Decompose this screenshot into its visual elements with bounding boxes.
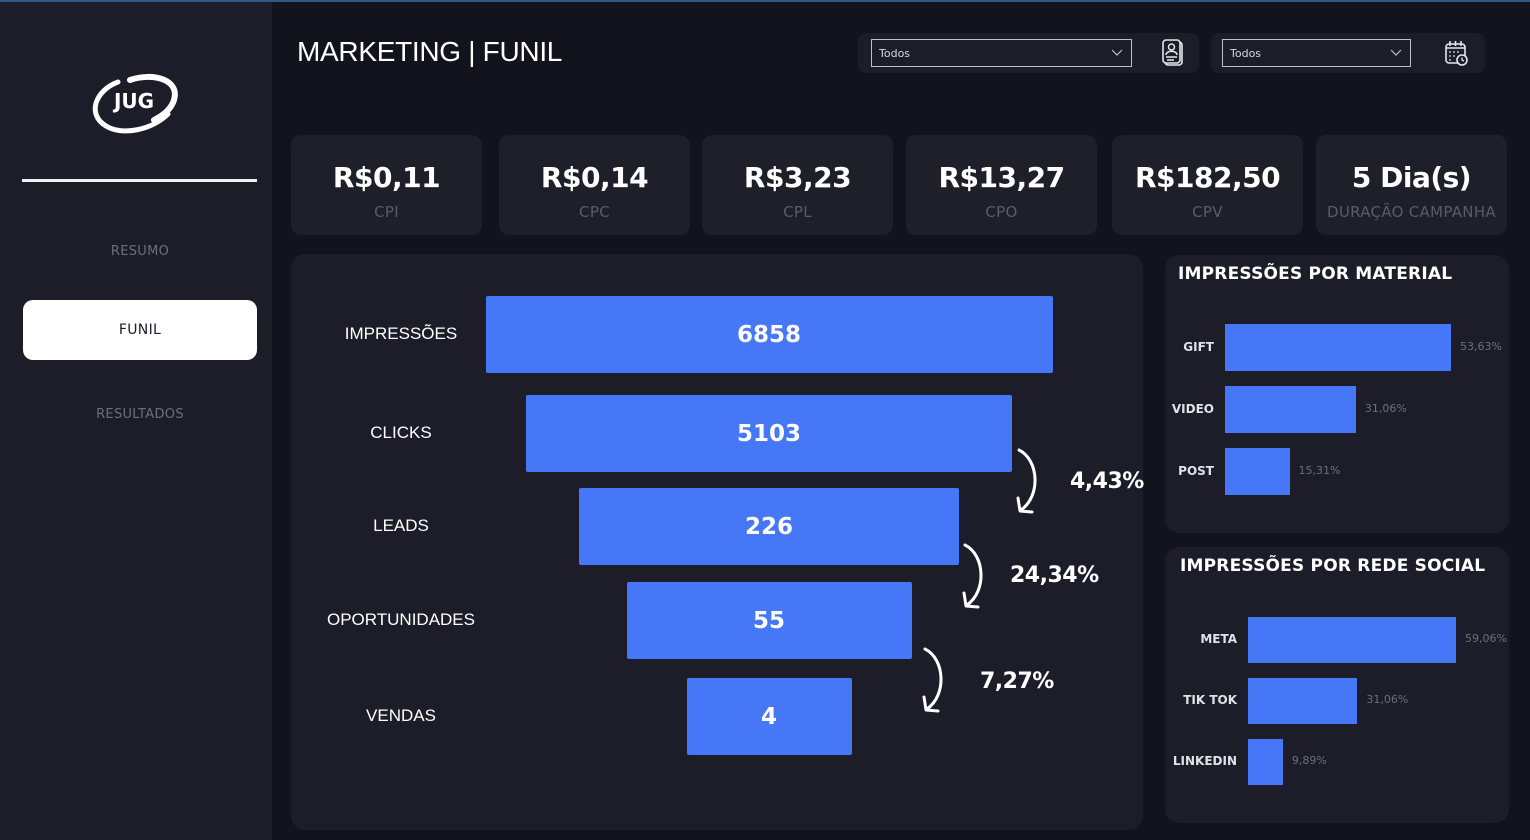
kpi-label: CPI <box>374 203 399 221</box>
funnel-bar[interactable]: 226 <box>579 488 959 565</box>
kpi-label: CPC <box>579 203 610 221</box>
bar-value-label: 15,31% <box>1298 463 1341 477</box>
funnel-bar-value: 226 <box>744 513 793 540</box>
social-chart-panel: IMPRESSÕES POR REDE SOCIAL META 59,06% TIK… <box>1165 547 1509 823</box>
bar[interactable] <box>1248 739 1283 785</box>
funnel-bar-value: 4 <box>760 703 777 730</box>
bar[interactable] <box>1225 448 1290 495</box>
curved-arrow-icon <box>1016 448 1037 514</box>
nav-item-label: RESULTADOS <box>96 406 184 422</box>
material-chart-panel: IMPRESSÕES POR MATERIAL GIFT 53,63% VIDEO 3… <box>1165 255 1509 533</box>
chevron-down-icon <box>1390 49 1402 56</box>
kpi-value: 5 Dia(s) <box>1351 161 1472 194</box>
kpi-label: CPO <box>985 203 1018 221</box>
kpi-card-cpo: R$13,27 CPO <box>906 135 1097 235</box>
conversion-rate-label: 7,27% <box>980 669 1054 694</box>
kpi-value: R$13,27 <box>938 161 1065 194</box>
jug-logo: JUG <box>92 73 178 134</box>
sidebar-divider <box>22 179 257 182</box>
bar-category-label: POST <box>1178 463 1214 478</box>
bar[interactable] <box>1225 324 1451 371</box>
funnel-bar-value: 6858 <box>736 321 801 348</box>
curved-arrow-icon <box>922 647 943 713</box>
svg-text:JUG: JUG <box>112 89 154 113</box>
filter-select-value: Todos <box>1230 46 1262 60</box>
bar-value-label: 31,06% <box>1364 401 1407 415</box>
id-badge-icon[interactable] <box>1160 38 1186 68</box>
nav-item-resultados[interactable]: RESULTADOS <box>23 384 257 444</box>
filter-group-1: Todos <box>858 33 1199 73</box>
bar-value-label: 59,06% <box>1465 632 1507 645</box>
filter-select-value: Todos <box>879 46 911 60</box>
conversion-rate-label: 24,34% <box>1010 563 1099 588</box>
kpi-value: R$0,14 <box>540 161 649 194</box>
kpi-value: R$182,50 <box>1134 161 1281 194</box>
calendar-clock-icon[interactable] <box>1443 38 1469 68</box>
kpi-value: R$0,11 <box>332 161 441 194</box>
kpi-label: CPL <box>783 203 812 221</box>
bar[interactable] <box>1248 617 1456 663</box>
funnel-stage-label: IMPRESSÕES <box>344 323 458 343</box>
filter-group-2: Todos <box>1211 33 1485 73</box>
nav-item-funil[interactable]: FUNIL <box>23 300 257 360</box>
kpi-label: DURAÇÃO CAMPANHA <box>1327 203 1496 221</box>
bar-value-label: 53,63% <box>1460 339 1502 353</box>
funnel-bar-value: 55 <box>752 607 785 634</box>
filter-select-2[interactable]: Todos <box>1222 39 1411 67</box>
kpi-label: CPV <box>1192 203 1223 221</box>
funnel-stage-label: VENDAS <box>366 705 436 725</box>
funnel-stage-label: LEADS <box>373 515 429 535</box>
funnel-chart-panel: 6858 IMPRESSÕES 5103 CLICKS 226 LEADS 55 OPORTU… <box>291 254 1144 830</box>
nav-item-resumo[interactable]: RESUMO <box>23 221 257 281</box>
panel-title: IMPRESSÕES POR REDE SOCIAL <box>1180 556 1486 576</box>
funnel-bar-value: 5103 <box>736 420 801 447</box>
curved-arrow-icon <box>962 543 983 609</box>
nav-item-label: RESUMO <box>110 243 170 259</box>
funnel-bar[interactable]: 5103 <box>526 395 1012 472</box>
funnel-bar[interactable]: 55 <box>626 582 912 659</box>
bar-category-label: GIFT <box>1183 339 1214 354</box>
bar-category-label: LINKEDIN <box>1172 754 1237 768</box>
nav-item-label: FUNIL <box>118 322 162 338</box>
sidebar: JUG RESUMO FUNIL RESULTADOS <box>0 2 272 840</box>
funnel-stage-label: OPORTUNIDADES <box>327 609 475 629</box>
kpi-card-cpi: R$0,11 CPI <box>291 135 482 235</box>
conversion-rate-label: 4,43% <box>1070 469 1144 494</box>
bar-category-label: META <box>1200 632 1237 646</box>
panel-title: IMPRESSÕES POR MATERIAL <box>1178 264 1453 284</box>
page-title: MARKETING | FUNIL <box>297 36 563 67</box>
kpi-card-cpl: R$3,23 CPL <box>702 135 893 235</box>
bar-value-label: 9,89% <box>1291 754 1327 767</box>
bar-category-label: VIDEO <box>1171 401 1214 416</box>
kpi-card-cpc: R$0,14 CPC <box>499 135 690 235</box>
bar-category-label: TIK TOK <box>1183 693 1237 707</box>
kpi-card-duracao-campanha: 5 Dia(s) DURAÇÃO CAMPANHA <box>1316 135 1507 235</box>
filter-select-1[interactable]: Todos <box>871 39 1132 67</box>
funnel-bar[interactable]: 4 <box>686 678 852 755</box>
bar-value-label: 31,06% <box>1366 693 1409 706</box>
bar[interactable] <box>1225 386 1356 433</box>
kpi-value: R$3,23 <box>743 161 852 194</box>
bar[interactable] <box>1248 678 1358 724</box>
kpi-card-cpv: R$182,50 CPV <box>1112 135 1303 235</box>
funnel-stage-label: CLICKS <box>370 422 432 442</box>
chevron-down-icon <box>1111 49 1123 56</box>
funnel-bar[interactable]: 6858 <box>485 296 1053 373</box>
